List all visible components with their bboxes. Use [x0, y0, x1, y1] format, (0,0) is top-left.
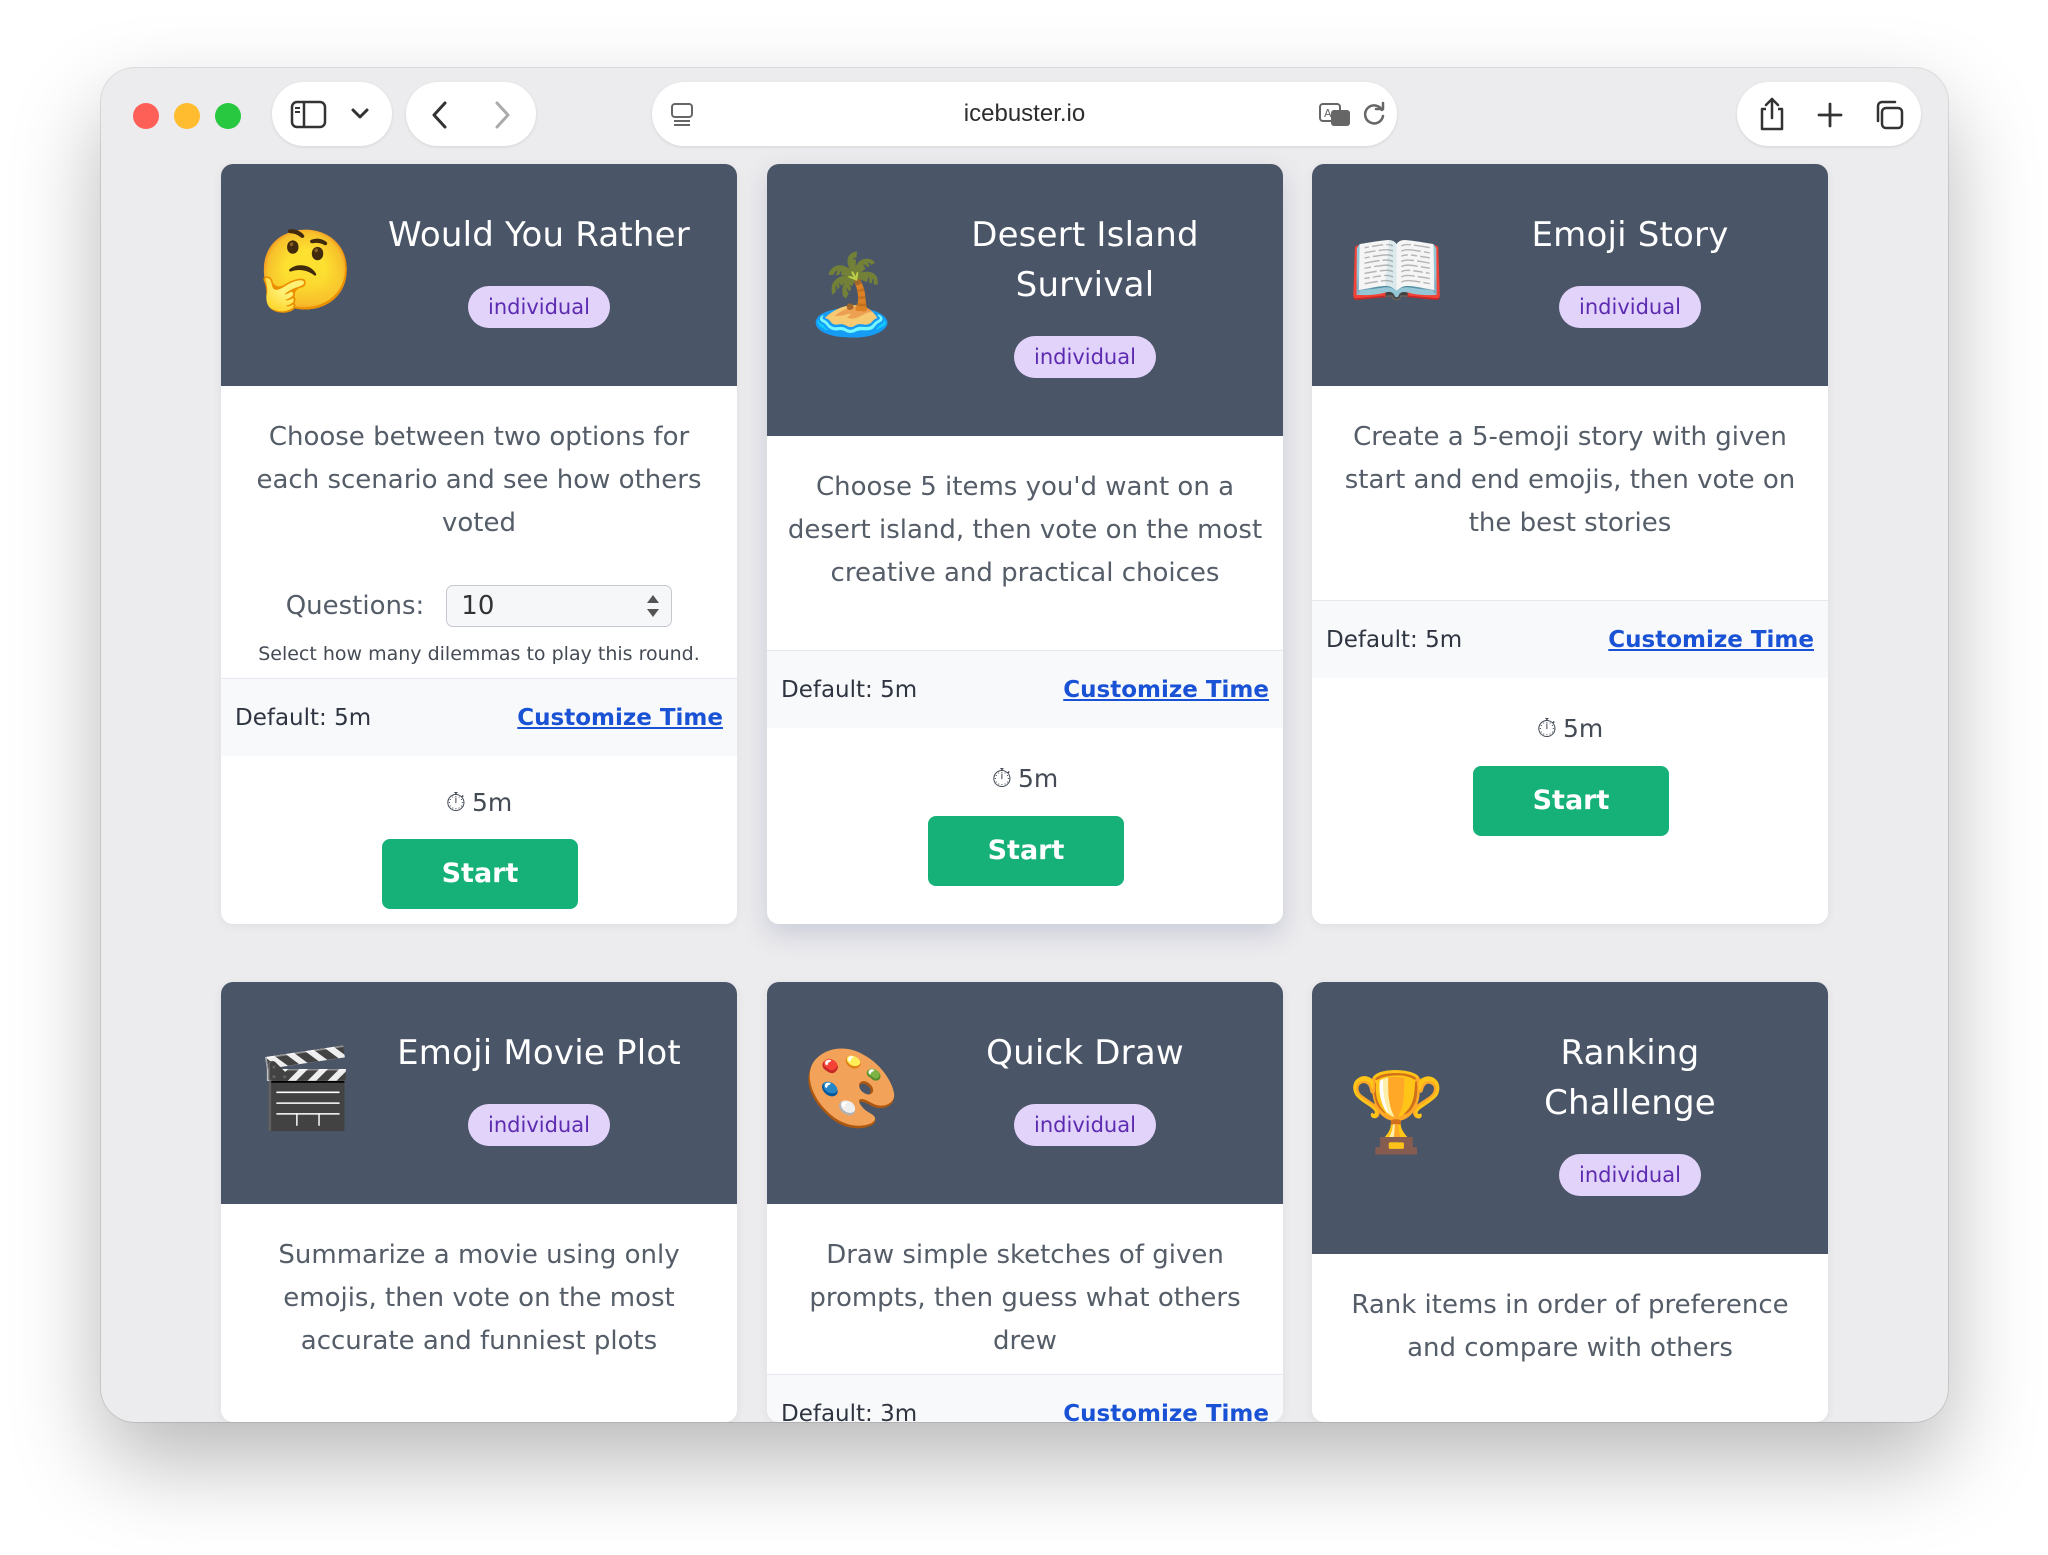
game-card-would-you-rather: 🤔 Would You Rather individual Choose bet… — [221, 164, 737, 924]
time-settings-bar: Default: 5m Customize Time — [221, 678, 737, 756]
card-title: Emoji Story — [1531, 215, 1729, 255]
questions-hint: Select how many dilemmas to play this ro… — [258, 643, 700, 665]
url-text: icebuster.io — [963, 100, 1086, 127]
card-header: 📖 Emoji Story individual — [1312, 164, 1828, 386]
card-title: Emoji Movie Plot — [397, 1033, 681, 1073]
sidebar-icon[interactable] — [290, 100, 328, 130]
browser-window: icebuster.io A 🤔 Would You Rather indivi… — [101, 68, 1948, 1422]
card-title: Would You Rather — [388, 215, 690, 255]
questions-setting: Questions: 10 — [221, 585, 737, 627]
game-card-emoji-movie-plot: 🎬 Emoji Movie Plot individual Summarize … — [221, 982, 737, 1422]
duration-value: 5m — [472, 788, 513, 817]
minimize-window-button[interactable] — [174, 103, 200, 129]
duration-display: ⏱ 5m — [767, 764, 1283, 795]
forward-icon[interactable] — [490, 100, 514, 130]
card-description: Choose between two options for each scen… — [256, 422, 702, 538]
card-title-line-2: Survival — [1015, 265, 1155, 305]
stopwatch-icon: ⏱ — [445, 788, 466, 818]
card-description: Summarize a movie using only emojis, the… — [278, 1240, 680, 1356]
card-header: 🏝️ Desert Island Survival individual — [767, 164, 1283, 436]
duration-display: ⏱ 5m — [221, 788, 737, 819]
card-header-text: Ranking Challenge individual — [1462, 1028, 1798, 1196]
card-header: 🤔 Would You Rather individual — [221, 164, 737, 386]
close-window-button[interactable] — [133, 103, 159, 129]
mode-badge: individual — [468, 1104, 610, 1146]
tabs-overview-icon[interactable] — [1873, 99, 1905, 131]
card-header-text: Emoji Story individual — [1462, 210, 1798, 328]
desert-island-icon: 🏝️ — [803, 250, 901, 340]
card-description: Choose 5 items you'd want on a desert is… — [787, 472, 1263, 588]
translate-icon[interactable]: A — [1318, 102, 1352, 128]
stopwatch-icon: ⏱ — [1536, 714, 1557, 744]
card-header-text: Desert Island Survival individual — [917, 210, 1253, 378]
history-nav-group — [406, 82, 536, 146]
clapper-board-icon: 🎬 — [257, 1044, 355, 1134]
customize-time-link[interactable]: Customize Time — [1608, 627, 1814, 653]
customize-time-link[interactable]: Customize Time — [517, 705, 723, 731]
address-bar[interactable]: icebuster.io A — [652, 82, 1397, 146]
card-description: Create a 5-emoji story with given start … — [1344, 422, 1796, 538]
customize-time-link[interactable]: Customize Time — [1063, 1401, 1269, 1423]
card-description: Rank items in order of preference and co… — [1351, 1290, 1789, 1363]
game-card-emoji-story: 📖 Emoji Story individual Create a 5-emoj… — [1312, 164, 1828, 924]
start-button[interactable]: Start — [928, 816, 1124, 886]
open-book-icon: 📖 — [1348, 226, 1446, 316]
reload-icon[interactable] — [1360, 100, 1388, 128]
start-button[interactable]: Start — [382, 839, 578, 909]
share-icon[interactable] — [1757, 96, 1787, 132]
default-time: Default: 5m — [781, 676, 918, 703]
mode-badge: individual — [1014, 1104, 1156, 1146]
trophy-icon: 🏆 — [1348, 1068, 1446, 1158]
time-settings-bar: Default: 3m Customize Time — [767, 1374, 1283, 1422]
artist-palette-icon: 🎨 — [803, 1044, 901, 1134]
card-title-line-1: Ranking — [1560, 1033, 1700, 1073]
window-actions-group — [1737, 82, 1921, 146]
card-header: 🎬 Emoji Movie Plot individual — [221, 982, 737, 1204]
questions-select-value: 10 — [461, 591, 495, 621]
stopwatch-icon: ⏱ — [991, 764, 1012, 794]
updown-arrows-icon — [647, 595, 660, 617]
duration-value: 5m — [1563, 714, 1604, 743]
new-tab-icon[interactable] — [1816, 101, 1844, 129]
card-header: 🏆 Ranking Challenge individual — [1312, 982, 1828, 1254]
game-card-quick-draw: 🎨 Quick Draw individual Draw simple sket… — [767, 982, 1283, 1422]
thinking-face-icon: 🤔 — [257, 226, 355, 316]
chevron-down-icon[interactable] — [350, 106, 370, 122]
mode-badge: individual — [1559, 1154, 1701, 1196]
questions-select[interactable]: 10 — [446, 585, 673, 627]
default-time: Default: 5m — [235, 704, 372, 731]
mode-badge: individual — [1559, 286, 1701, 328]
card-header-text: Would You Rather individual — [371, 210, 707, 328]
game-card-desert-island-survival: 🏝️ Desert Island Survival individual Cho… — [767, 164, 1283, 924]
game-card-ranking-challenge: 🏆 Ranking Challenge individual Rank item… — [1312, 982, 1828, 1422]
default-time: Default: 5m — [1326, 626, 1463, 653]
card-header-text: Quick Draw individual — [917, 1028, 1253, 1146]
duration-value: 5m — [1018, 764, 1059, 793]
sidebar-toggle-group — [272, 82, 392, 146]
start-button[interactable]: Start — [1473, 766, 1669, 836]
duration-display: ⏱ 5m — [1312, 714, 1828, 745]
default-time: Default: 3m — [781, 1400, 918, 1423]
time-settings-bar: Default: 5m Customize Time — [1312, 600, 1828, 678]
mode-badge: individual — [1014, 336, 1156, 378]
back-icon[interactable] — [428, 100, 452, 130]
card-title-line-1: Desert Island — [971, 215, 1199, 255]
mode-badge: individual — [468, 286, 610, 328]
card-header-text: Emoji Movie Plot individual — [371, 1028, 707, 1146]
zoom-window-button[interactable] — [215, 103, 241, 129]
card-title: Quick Draw — [986, 1033, 1184, 1073]
card-title-line-2: Challenge — [1544, 1083, 1716, 1123]
page-content: 🤔 Would You Rather individual Choose bet… — [101, 164, 1948, 1422]
time-settings-bar: Default: 5m Customize Time — [767, 650, 1283, 728]
card-header: 🎨 Quick Draw individual — [767, 982, 1283, 1204]
customize-time-link[interactable]: Customize Time — [1063, 677, 1269, 703]
card-description: Draw simple sketches of given prompts, t… — [809, 1240, 1241, 1356]
svg-text:A: A — [1324, 107, 1332, 120]
questions-label: Questions: — [285, 591, 425, 621]
